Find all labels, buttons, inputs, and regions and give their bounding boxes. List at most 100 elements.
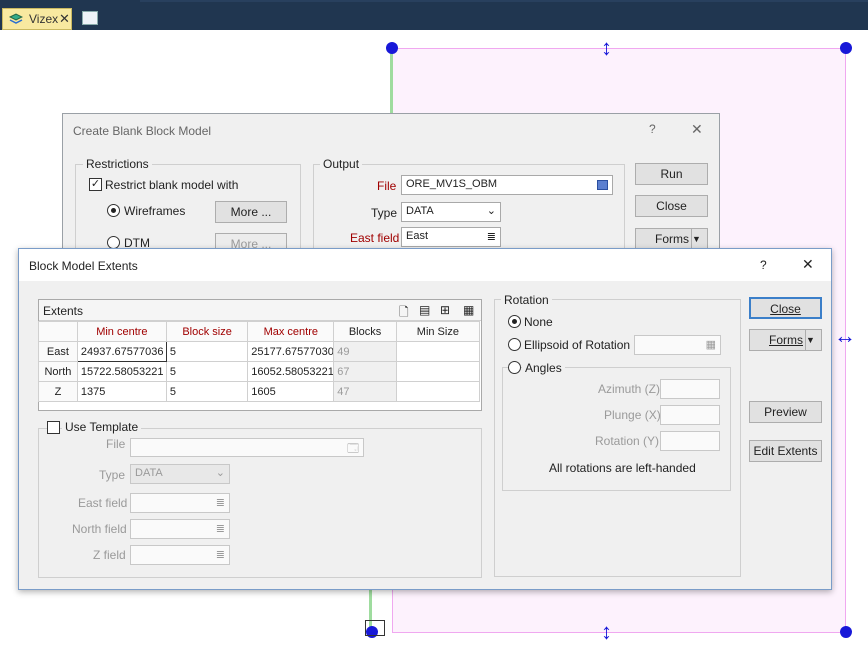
type-label: Type [371, 206, 398, 220]
template-type-select[interactable]: DATA ⌄ [130, 464, 230, 484]
east-field-value: East [406, 230, 429, 242]
table-header-row: Min centre Block size Max centre Blocks … [38, 321, 481, 342]
forms-button[interactable]: Forms ▼ [749, 329, 822, 351]
output-file-field[interactable]: ORE_MV1S_OBM [401, 175, 613, 195]
col-min-centre[interactable]: Min centre [76, 321, 167, 342]
use-template-label: Use Template [62, 420, 142, 434]
ellipsoid-field[interactable]: ▦ [634, 335, 721, 355]
more-button[interactable]: More ... [215, 201, 287, 223]
edit-extents-button[interactable]: Edit Extents [749, 440, 822, 462]
close-icon[interactable]: ✕ [802, 256, 814, 273]
row-label: East [38, 341, 78, 362]
use-template-checkbox[interactable] [47, 421, 60, 434]
azimuth-field[interactable] [660, 379, 720, 399]
rotation-y-label: Rotation (Y) [595, 434, 660, 448]
type-value: DATA [406, 205, 434, 217]
template-file-field[interactable]: 🗔 [130, 438, 364, 457]
forms-dropdown-icon[interactable]: ▼ [691, 229, 707, 249]
plunge-field[interactable] [660, 405, 720, 425]
close-icon[interactable]: ✕ [691, 121, 703, 138]
ellipsoid-label: Ellipsoid of Rotation [524, 338, 631, 352]
wireframes-radio[interactable] [107, 204, 120, 217]
template-east-label: East field [78, 496, 128, 510]
chevron-down-icon: ⌄ [486, 205, 496, 217]
preview-button[interactable]: Preview [749, 401, 822, 423]
forms-label: Forms [655, 232, 689, 246]
east-field-input[interactable]: East ≣ [401, 227, 501, 247]
cell-minsize[interactable] [395, 341, 481, 362]
run-button[interactable]: Run [635, 163, 708, 185]
extents-header-bar: Extents 🗋 ▤ ⊞ ▦ [39, 300, 481, 321]
browse-icon[interactable]: 🗔 [347, 440, 359, 459]
forms-dropdown-icon[interactable]: ▼ [805, 330, 821, 350]
cell-max[interactable]: 16052.58053221 [247, 361, 335, 382]
template-east-field[interactable]: ≣ [130, 493, 230, 513]
cell-min[interactable]: 15722.58053221 [76, 361, 167, 382]
dialog-title: Block Model Extents [29, 259, 138, 273]
row-label: North [38, 361, 78, 382]
cell-size[interactable]: 5 [165, 381, 249, 402]
template-type-label: Type [99, 468, 126, 482]
output-file-value: ORE_MV1S_OBM [406, 178, 498, 190]
tab-close-icon[interactable]: ✕ [59, 11, 70, 27]
resize-vertical-icon-bottom[interactable]: ↕ [601, 621, 612, 643]
close-button[interactable]: Close [749, 297, 822, 319]
handle-top-right[interactable] [840, 42, 852, 54]
restrict-label: Restrict blank model with [105, 178, 239, 192]
tab-vizex[interactable]: Vizex ✕ [2, 8, 72, 30]
plunge-label: Plunge (X) [604, 408, 661, 422]
cell-max[interactable]: 25177.67577030 [247, 341, 335, 362]
col-block-size[interactable]: Block size [165, 321, 249, 342]
cell-min[interactable]: 1375 [76, 381, 167, 402]
restrict-checkbox[interactable]: ✓ [89, 178, 102, 191]
cell-blocks: 47 [333, 381, 397, 402]
resize-vertical-icon-top[interactable]: ↕ [601, 37, 612, 59]
angles-label: Angles [522, 361, 565, 375]
row-header-corner [38, 321, 78, 342]
forms-button[interactable]: Forms ▼ [635, 228, 708, 250]
cell-min[interactable]: 24937.67577036 [76, 341, 167, 362]
cell-size[interactable]: 5 [165, 361, 249, 382]
file-browse-icon[interactable] [597, 180, 608, 190]
rotation-label: Rotation [501, 293, 552, 307]
type-select[interactable]: DATA ⌄ [401, 202, 501, 222]
grid-icon[interactable]: ▤ [419, 303, 430, 317]
rotation-none-label: None [524, 315, 553, 329]
table-icon[interactable]: ▦ [706, 338, 716, 351]
insert-row-icon[interactable]: ⊞ [440, 303, 450, 317]
tab-label: Vizex [29, 12, 59, 26]
rotation-none-radio[interactable] [508, 315, 521, 328]
template-z-label: Z field [93, 548, 126, 562]
cell-max[interactable]: 1605 [247, 381, 335, 402]
col-max-centre[interactable]: Max centre [247, 321, 335, 342]
cell-minsize[interactable] [395, 361, 481, 382]
list-icon: ≣ [215, 497, 225, 509]
vizex-layers-icon [9, 13, 23, 24]
close-button[interactable]: Close [635, 195, 708, 217]
list-icon: ≣ [486, 231, 496, 243]
cell-minsize[interactable] [395, 381, 481, 402]
help-icon[interactable]: ? [649, 122, 656, 136]
chevron-down-icon: ⌄ [215, 467, 225, 479]
handle-bottom-right[interactable] [840, 626, 852, 638]
cell-blocks: 49 [333, 341, 397, 362]
template-type-value: DATA [135, 467, 163, 479]
help-icon[interactable]: ? [760, 258, 767, 272]
list-icon: ≣ [215, 549, 225, 561]
close-button-label: Close [770, 302, 801, 316]
template-z-field[interactable]: ≣ [130, 545, 230, 565]
template-north-field[interactable]: ≣ [130, 519, 230, 539]
resize-horizontal-icon[interactable]: ↔ [834, 325, 856, 347]
handle-top-left[interactable] [386, 42, 398, 54]
cell-size[interactable]: 5 [165, 341, 249, 362]
angles-radio[interactable] [508, 361, 521, 374]
folder-icon[interactable] [82, 11, 98, 25]
ellipsoid-radio[interactable] [508, 338, 521, 351]
col-blocks[interactable]: Blocks [333, 321, 397, 342]
calculator-icon[interactable]: ▦ [463, 303, 474, 317]
col-min-size[interactable]: Min Size [395, 321, 481, 342]
create-blank-block-model-dialog: Create Blank Block Model ? ✕ Restriction… [62, 113, 720, 256]
rotation-y-field[interactable] [660, 431, 720, 451]
row-label: Z [38, 381, 78, 402]
table-row: Z 1375 5 1605 47 [38, 381, 481, 402]
